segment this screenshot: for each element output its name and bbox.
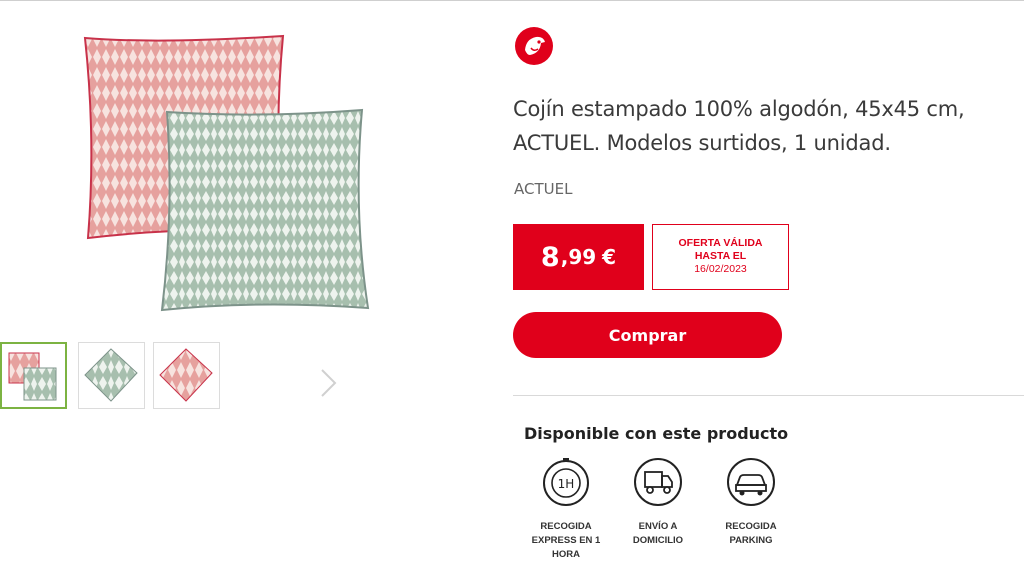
offer-date: 16/02/2023	[694, 263, 747, 275]
price-decimals: ,99	[560, 245, 597, 269]
product-brand[interactable]: ACTUEL	[514, 180, 572, 198]
product-main-image[interactable]	[70, 30, 400, 322]
bird-logo-icon[interactable]	[514, 26, 554, 66]
service-express-pickup: 1H RECOGIDA EXPRESS EN 1 HORA	[526, 456, 606, 562]
service-label: ENVÍO A DOMICILIO	[632, 521, 684, 546]
thumbnail-green-cushion[interactable]	[78, 342, 145, 409]
price-integer: 8	[540, 241, 560, 273]
buy-button[interactable]: Comprar	[513, 312, 782, 358]
price-box: 8 ,99 €	[513, 224, 644, 290]
express-1h-icon: 1H	[543, 458, 589, 506]
offer-line2: HASTA EL	[694, 250, 747, 262]
delivery-truck-icon	[634, 458, 682, 506]
thumbnail-pink-cushion[interactable]	[153, 342, 220, 409]
price-currency: €	[602, 245, 617, 269]
thumbnail-both-cushions[interactable]	[0, 342, 67, 409]
chevron-right-icon[interactable]	[318, 366, 340, 400]
svg-text:1H: 1H	[558, 477, 575, 491]
offer-validity-badge: OFERTA VÁLIDA HASTA EL 16/02/2023	[652, 224, 789, 290]
top-border	[0, 0, 1024, 1]
service-parking-pickup: RECOGIDA PARKING	[711, 456, 791, 548]
product-title: Cojín estampado 100% algodón, 45x45 cm, …	[513, 97, 965, 155]
service-label: RECOGIDA EXPRESS EN 1 HORA	[531, 521, 601, 560]
parking-car-icon	[727, 458, 775, 506]
offer-line1: OFERTA VÁLIDA	[678, 237, 763, 249]
availability-title: Disponible con este producto	[524, 424, 789, 443]
service-home-delivery: ENVÍO A DOMICILIO	[618, 456, 698, 548]
service-label: RECOGIDA PARKING	[725, 521, 777, 546]
section-divider	[513, 395, 1024, 396]
